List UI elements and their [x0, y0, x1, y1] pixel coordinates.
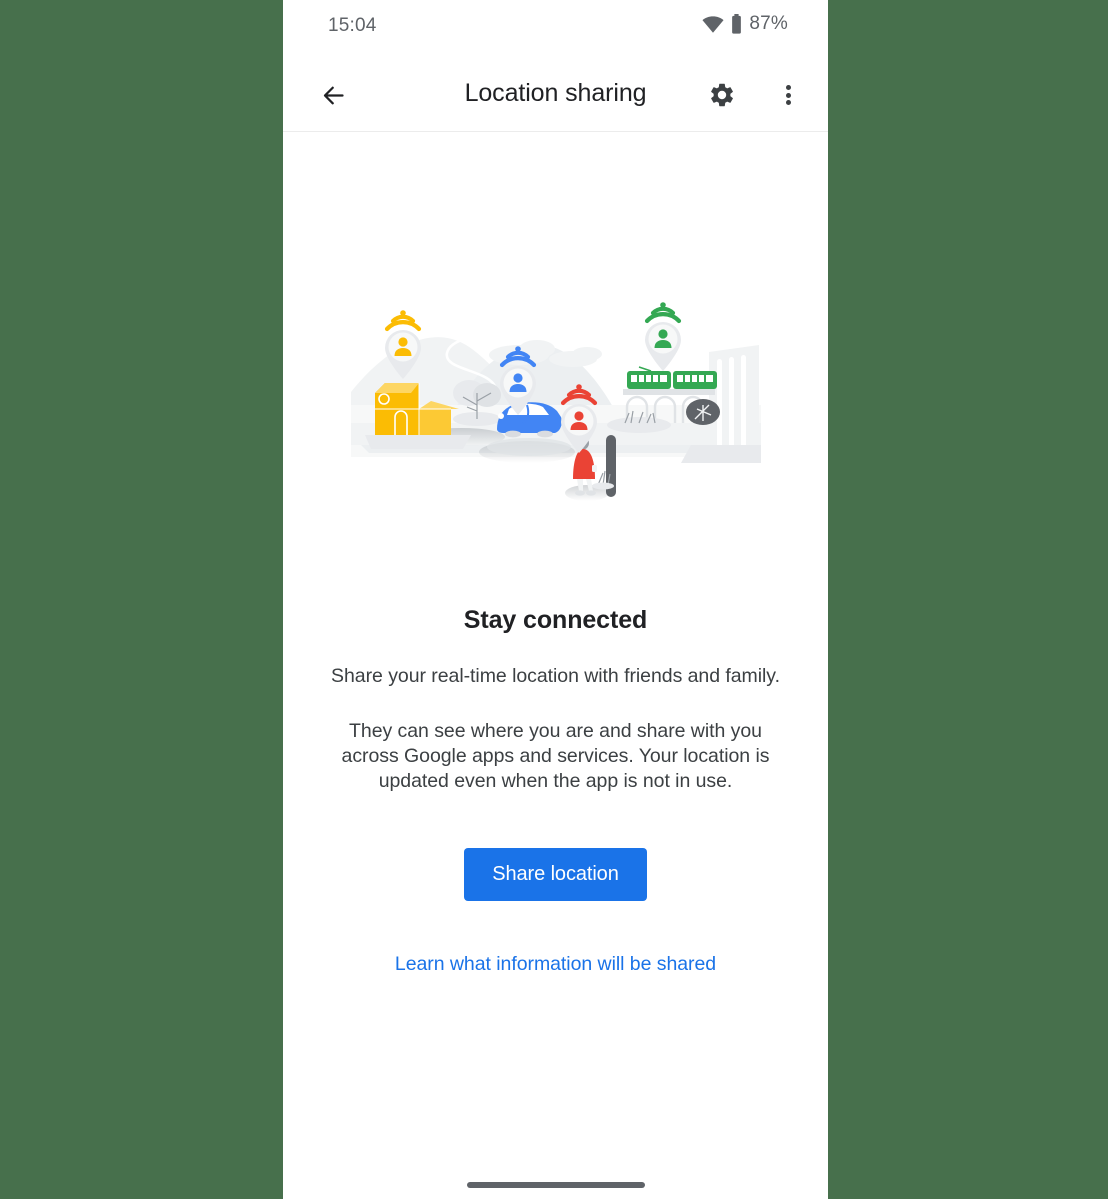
battery-percentage: 87%	[749, 13, 788, 34]
status-bar-indicators: 87%	[702, 13, 788, 35]
gesture-nav-bar	[283, 1155, 828, 1199]
illustration-container	[283, 132, 828, 602]
status-bar-clock: 15:04	[328, 15, 377, 36]
green-location-pin	[644, 302, 681, 371]
page-title: Location sharing	[464, 79, 647, 107]
screenshot-stage: 15:04 87% Location sharing Stay connecte…	[0, 0, 1108, 1199]
status-bar: 15:04 87%	[283, 0, 828, 56]
main-content: Stay connected Share your real-time loca…	[283, 132, 828, 976]
headline: Stay connected	[463, 606, 648, 634]
home-gesture-pill[interactable]	[466, 1182, 645, 1188]
learn-what-information-will-be-shared-link[interactable]: Learn what information will be shared	[283, 953, 828, 976]
wifi-icon	[702, 15, 724, 33]
green-tram	[626, 366, 717, 389]
settings-button[interactable]	[700, 73, 744, 117]
more-vert-icon	[785, 83, 791, 108]
battery-icon	[732, 14, 742, 34]
body-description: They can see where you are and share wit…	[341, 720, 770, 792]
stay-connected-city-illustration	[350, 302, 761, 501]
subheadline: Share your real-time location with frien…	[331, 665, 780, 687]
overflow-menu-button[interactable]	[766, 73, 810, 117]
share-location-button[interactable]: Share location	[464, 848, 647, 901]
gear-icon	[711, 83, 733, 107]
phone-screen: 15:04 87% Location sharing Stay connecte…	[283, 0, 828, 1199]
app-bar: Location sharing	[283, 56, 828, 132]
gray-trees	[685, 399, 720, 425]
